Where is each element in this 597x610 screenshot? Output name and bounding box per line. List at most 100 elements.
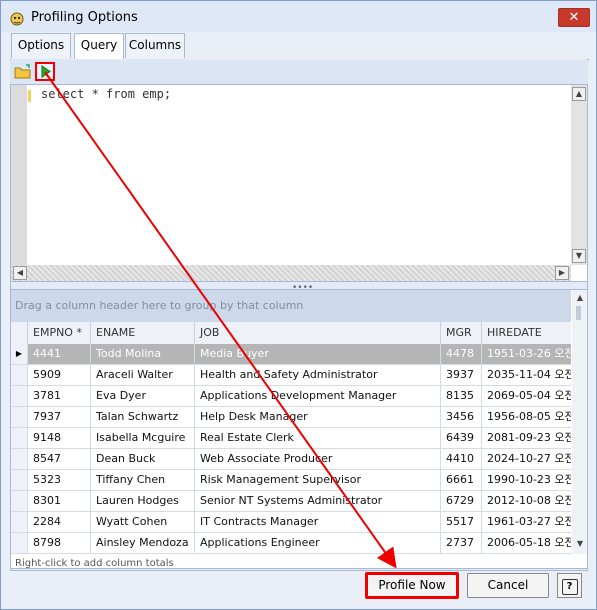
cancel-button[interactable]: Cancel — [467, 573, 549, 598]
cell-ename[interactable]: Isabella Mcguire — [90, 428, 194, 448]
cell-mgr[interactable]: 6661 — [440, 470, 481, 490]
cell-hiredate[interactable]: 1990-10-23 오전 — [481, 470, 571, 490]
cell-hiredate[interactable]: 2035-11-04 오전 — [481, 365, 571, 385]
cell-hiredate[interactable]: 2024-10-27 오전 — [481, 449, 571, 469]
current-row-indicator-icon[interactable]: ▶ — [11, 344, 27, 364]
cell-empno[interactable]: 7937 — [27, 407, 90, 427]
table-row[interactable]: 5909 Araceli Walter Health and Safety Admi… — [11, 365, 571, 386]
cell-empno[interactable]: 9148 — [27, 428, 90, 448]
column-header-job[interactable]: JOB — [194, 322, 440, 344]
table-row[interactable]: 7937 Talan Schwartz Help Desk Manager 3456 1… — [11, 407, 571, 428]
run-icon — [41, 65, 51, 78]
scroll-left-icon[interactable]: ◀ — [13, 266, 27, 280]
cell-mgr[interactable]: 8135 — [440, 386, 481, 406]
grid-scroll-down-icon[interactable]: ▼ — [573, 538, 587, 552]
grid-scroll-thumb[interactable] — [576, 306, 581, 320]
table-row[interactable]: ▶ 4441 Todd Molina Media Buyer 4478 1951-03-2… — [11, 344, 571, 365]
row-indicator[interactable] — [11, 386, 27, 406]
cell-mgr[interactable]: 4478 — [440, 344, 481, 364]
cell-job[interactable]: Applications Engineer — [194, 533, 440, 553]
cell-hiredate[interactable]: 1951-03-26 오전 — [481, 344, 571, 364]
editor-vertical-scrollbar[interactable]: ▲ ▼ — [571, 85, 587, 265]
editor-horizontal-scrollbar[interactable]: ◀ ▶ — [11, 265, 571, 281]
cell-job[interactable]: IT Contracts Manager — [194, 512, 440, 532]
help-button[interactable]: ? — [557, 573, 582, 598]
cell-mgr[interactable]: 5517 — [440, 512, 481, 532]
table-row[interactable]: 8301 Lauren Hodges Senior NT Systems Admin… — [11, 491, 571, 512]
cell-empno[interactable]: 2284 — [27, 512, 90, 532]
cell-job[interactable]: Risk Management Supervisor — [194, 470, 440, 490]
profile-now-button[interactable]: Profile Now — [365, 572, 459, 599]
row-indicator[interactable] — [11, 449, 27, 469]
run-query-button[interactable] — [35, 62, 55, 81]
cell-mgr[interactable]: 6439 — [440, 428, 481, 448]
cell-job[interactable]: Real Estate Clerk — [194, 428, 440, 448]
cell-job[interactable]: Media Buyer — [194, 344, 440, 364]
sql-editor[interactable]: select * from emp; ▲ ▼ ◀ ▶ — [10, 84, 588, 282]
row-indicator[interactable] — [11, 533, 27, 553]
table-row[interactable]: 5323 Tiffany Chen Risk Management Supervis… — [11, 470, 571, 491]
cell-empno[interactable]: 8301 — [27, 491, 90, 511]
table-row[interactable]: 2284 Wyatt Cohen IT Contracts Manager 5517 1… — [11, 512, 571, 533]
cell-ename[interactable]: Eva Dyer — [90, 386, 194, 406]
row-indicator[interactable] — [11, 470, 27, 490]
cell-empno[interactable]: 5323 — [27, 470, 90, 490]
cell-job[interactable]: Applications Development Manager — [194, 386, 440, 406]
tab-query[interactable]: Query — [74, 33, 124, 60]
grid-scroll-up-icon[interactable]: ▲ — [573, 292, 587, 306]
cell-empno[interactable]: 4441 — [27, 344, 90, 364]
column-header-ename[interactable]: ENAME — [90, 322, 194, 344]
cell-job[interactable]: Web Associate Producer — [194, 449, 440, 469]
column-header-hiredate[interactable]: HIREDATE — [481, 322, 571, 344]
tab-options[interactable]: Options — [11, 33, 71, 58]
cell-empno[interactable]: 8547 — [27, 449, 90, 469]
table-row[interactable]: 3781 Eva Dyer Applications Development Man… — [11, 386, 571, 407]
tab-columns[interactable]: Columns — [125, 33, 185, 58]
table-row[interactable]: 8547 Dean Buck Web Associate Producer 4410 2… — [11, 449, 571, 470]
cell-ename[interactable]: Dean Buck — [90, 449, 194, 469]
cell-job[interactable]: Help Desk Manager — [194, 407, 440, 427]
results-grid[interactable]: Drag a column header here to group by th… — [10, 289, 588, 569]
column-header-empno[interactable]: EMPNO * — [27, 322, 90, 344]
cell-ename[interactable]: Ainsley Mendoza — [90, 533, 194, 553]
row-indicator[interactable] — [11, 428, 27, 448]
grid-vertical-scrollbar[interactable]: ▲ ▼ — [572, 290, 587, 554]
cell-hiredate[interactable]: 1956-08-05 오전 — [481, 407, 571, 427]
scroll-right-icon[interactable]: ▶ — [555, 266, 569, 280]
cell-empno[interactable]: 5909 — [27, 365, 90, 385]
cell-empno[interactable]: 8798 — [27, 533, 90, 553]
cell-ename[interactable]: Todd Molina — [90, 344, 194, 364]
row-indicator[interactable] — [11, 407, 27, 427]
cell-mgr[interactable]: 3937 — [440, 365, 481, 385]
cell-hiredate[interactable]: 2081-09-23 오전 — [481, 428, 571, 448]
row-indicator[interactable] — [11, 491, 27, 511]
open-folder-icon[interactable] — [14, 64, 32, 80]
cell-hiredate[interactable]: 2069-05-04 오전 — [481, 386, 571, 406]
sql-text[interactable]: select * from emp; — [41, 87, 171, 101]
cell-hiredate[interactable]: 1961-03-27 오전 — [481, 512, 571, 532]
row-indicator[interactable] — [11, 365, 27, 385]
cell-ename[interactable]: Lauren Hodges — [90, 491, 194, 511]
cell-hiredate[interactable]: 2006-05-18 오전 — [481, 533, 571, 553]
column-header-mgr[interactable]: MGR — [440, 322, 481, 344]
close-button[interactable]: ✕ — [558, 8, 590, 27]
cell-job[interactable]: Senior NT Systems Administrator — [194, 491, 440, 511]
row-indicator[interactable] — [11, 512, 27, 532]
cell-mgr[interactable]: 2737 — [440, 533, 481, 553]
cell-job[interactable]: Health and Safety Administrator — [194, 365, 440, 385]
group-by-panel[interactable]: Drag a column header here to group by th… — [11, 290, 571, 322]
cell-ename[interactable]: Wyatt Cohen — [90, 512, 194, 532]
cell-ename[interactable]: Araceli Walter — [90, 365, 194, 385]
grid-footer-hint: Right-click to add column totals — [15, 558, 174, 569]
table-row[interactable]: 8798 Ainsley Mendoza Applications Engineer… — [11, 533, 571, 554]
cell-hiredate[interactable]: 2012-10-08 오전 — [481, 491, 571, 511]
cell-mgr[interactable]: 4410 — [440, 449, 481, 469]
cell-ename[interactable]: Talan Schwartz — [90, 407, 194, 427]
cell-mgr[interactable]: 3456 — [440, 407, 481, 427]
cell-ename[interactable]: Tiffany Chen — [90, 470, 194, 490]
scroll-down-icon[interactable]: ▼ — [572, 249, 586, 263]
cell-empno[interactable]: 3781 — [27, 386, 90, 406]
scroll-up-icon[interactable]: ▲ — [572, 87, 586, 101]
table-row[interactable]: 9148 Isabella Mcguire Real Estate Clerk 643… — [11, 428, 571, 449]
cell-mgr[interactable]: 6729 — [440, 491, 481, 511]
